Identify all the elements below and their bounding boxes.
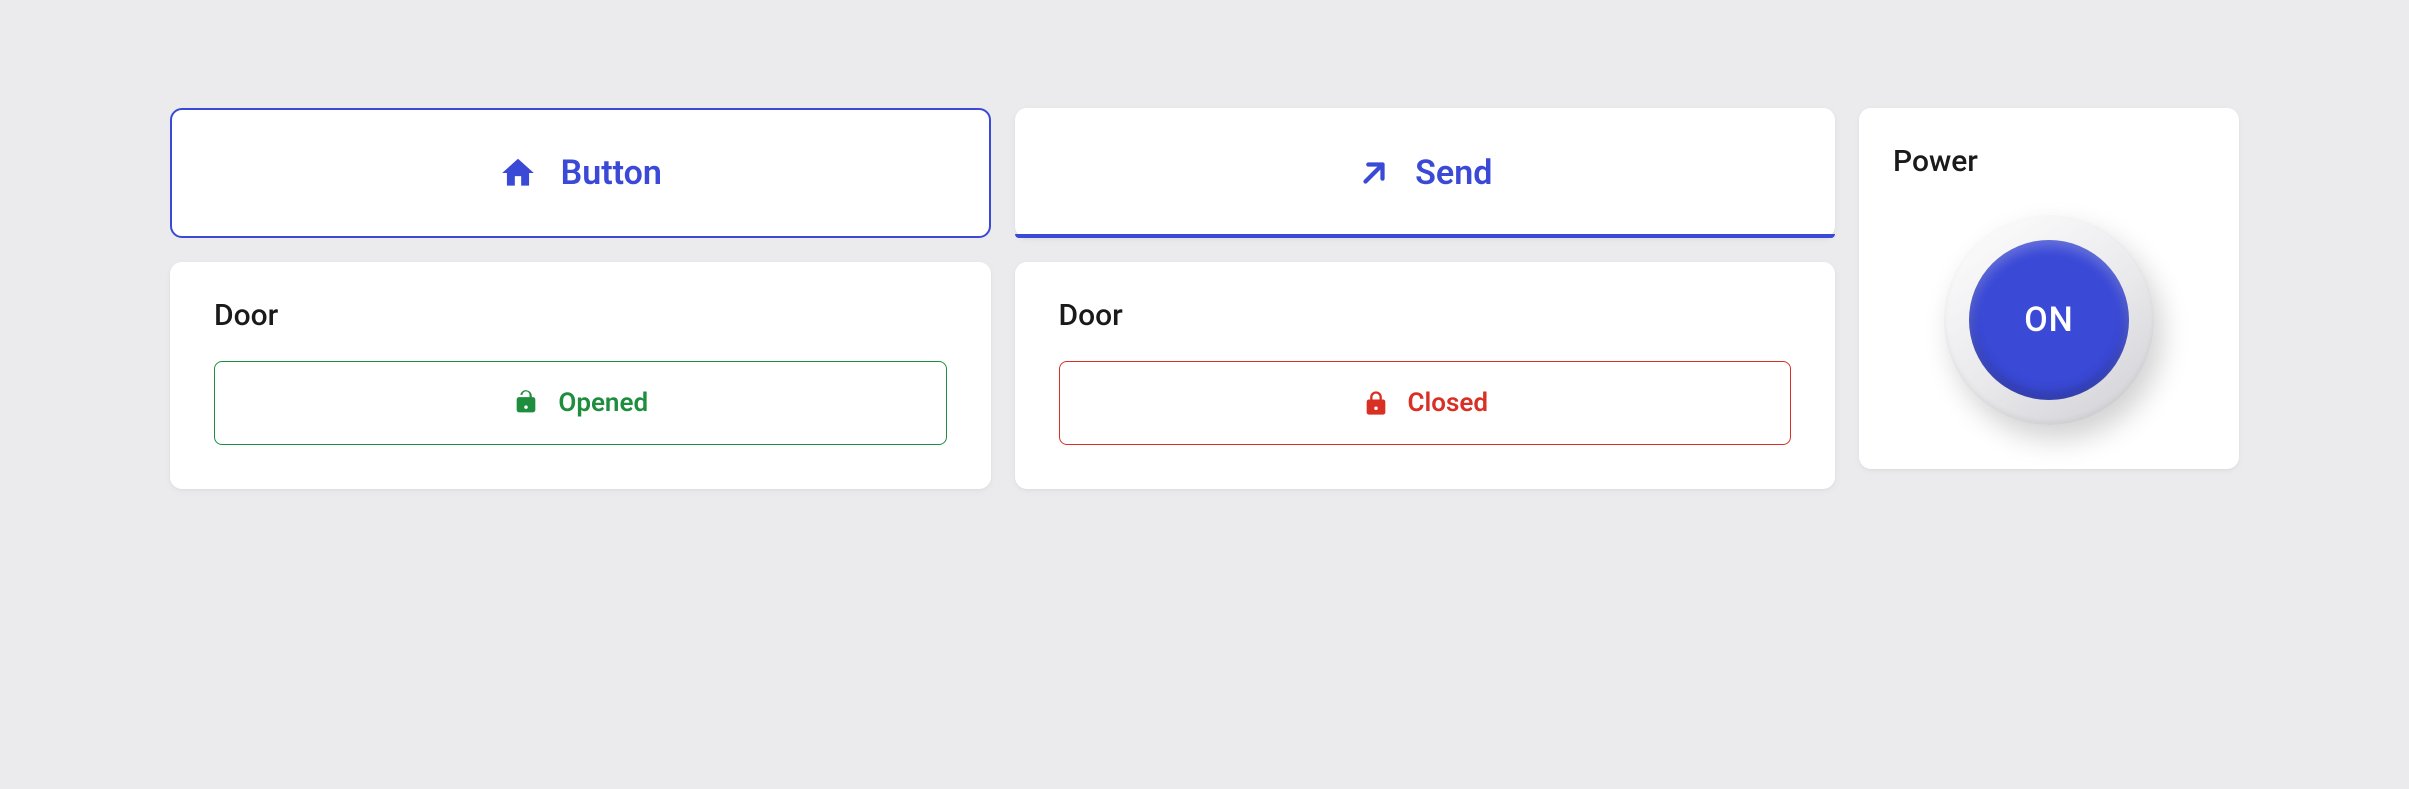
home-icon (499, 154, 537, 192)
door-title: Door (214, 298, 947, 333)
door-state-label: Opened (558, 388, 648, 418)
column-1: Button Door Opened (170, 108, 991, 489)
door-state-button-closed[interactable]: Closed (1059, 361, 1792, 445)
home-button[interactable]: Button (170, 108, 991, 238)
door-state-button-opened[interactable]: Opened (214, 361, 947, 445)
home-button-label: Button (561, 153, 662, 193)
door-card-closed: Door Closed (1015, 262, 1836, 489)
door-state-label: Closed (1408, 388, 1488, 418)
power-state-label: ON (2024, 300, 2074, 340)
lock-closed-icon (1362, 389, 1390, 417)
door-title: Door (1059, 298, 1792, 333)
power-title: Power (1893, 144, 2205, 179)
arrow-up-right-icon (1357, 156, 1391, 190)
dashboard: Button Door Opened Send (20, 30, 2389, 549)
power-card: Power ON (1859, 108, 2239, 469)
lock-open-icon (512, 389, 540, 417)
power-button-wrap: ON (1893, 215, 2205, 425)
send-button-label: Send (1415, 153, 1492, 193)
send-button[interactable]: Send (1015, 108, 1836, 238)
power-button[interactable]: ON (1944, 215, 2154, 425)
column-2: Send Door Closed (1015, 108, 1836, 489)
power-button-inner: ON (1969, 240, 2129, 400)
door-card-opened: Door Opened (170, 262, 991, 489)
